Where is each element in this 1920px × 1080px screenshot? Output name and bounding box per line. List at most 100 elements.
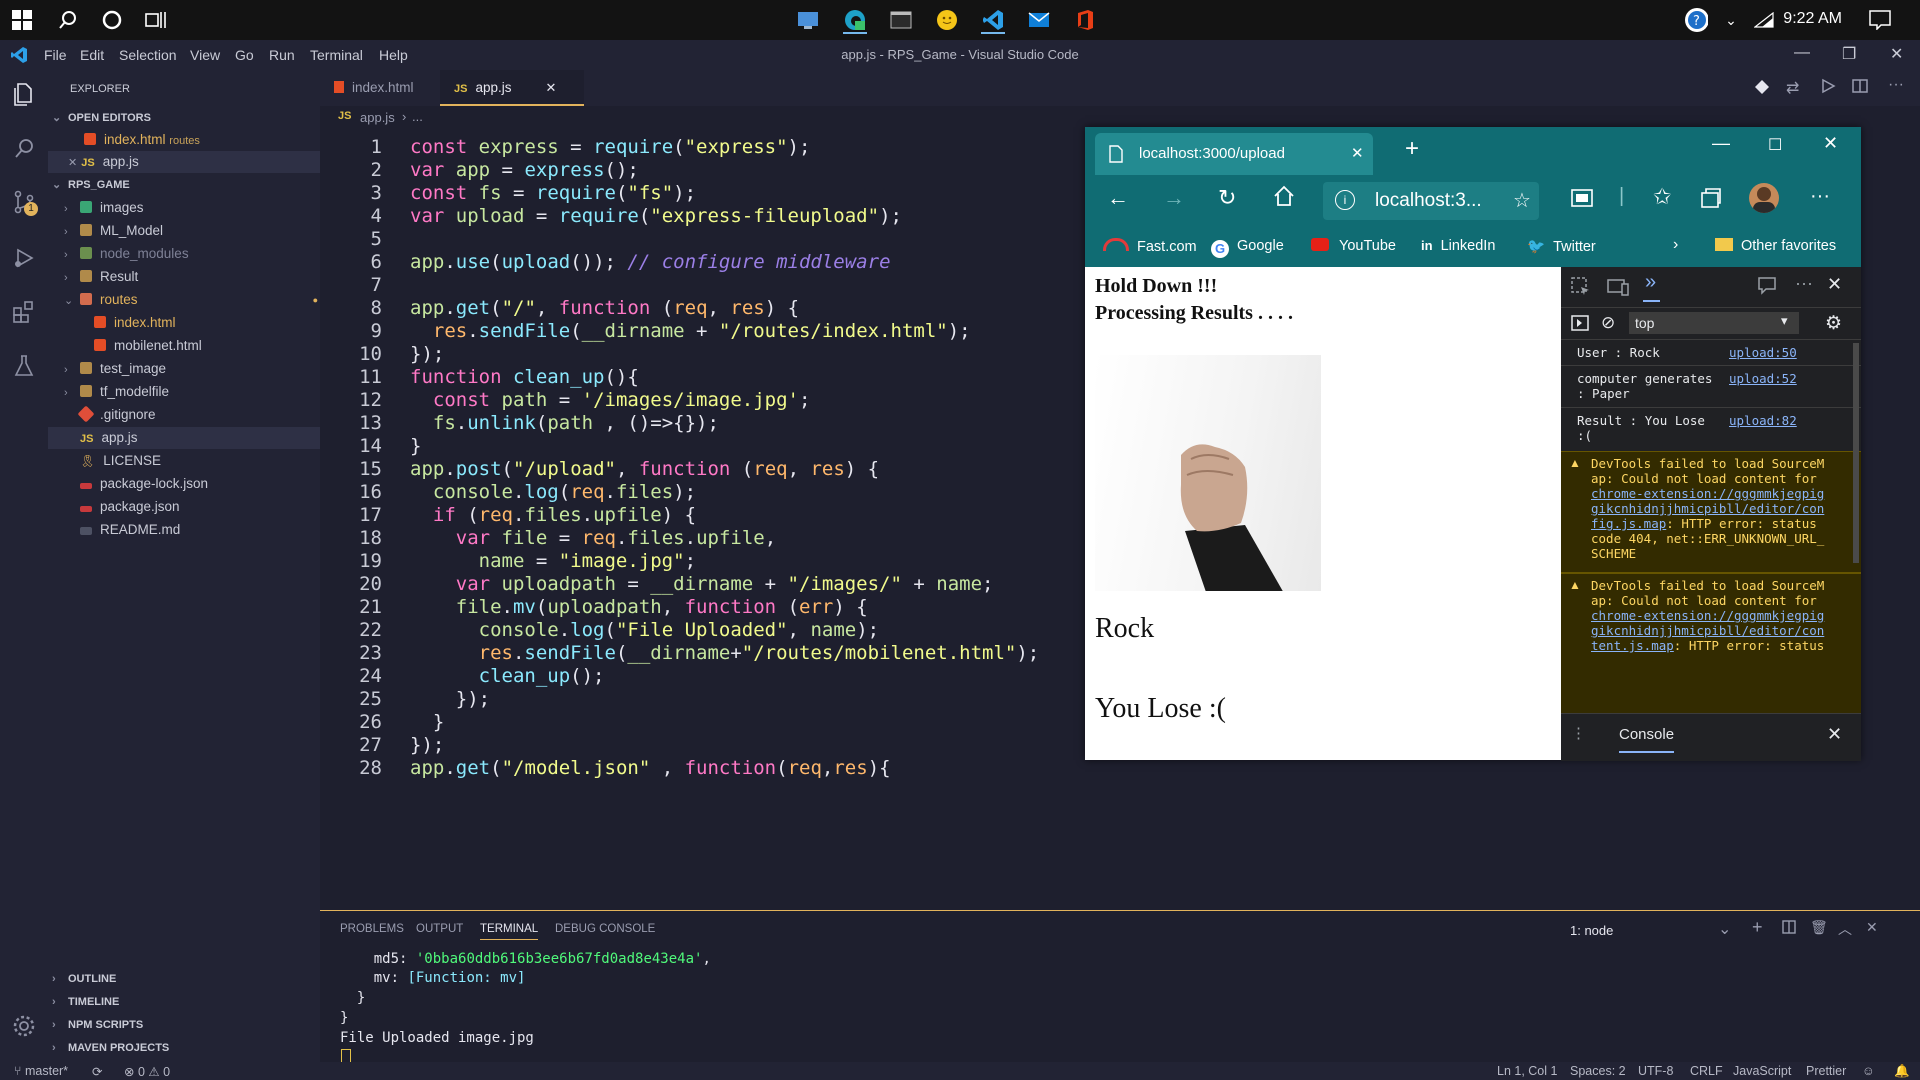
tree-item-node-modules[interactable]: › node_modules bbox=[48, 243, 336, 265]
clear-console-icon[interactable]: ⊘ bbox=[1601, 313, 1615, 333]
panel-tab-terminal[interactable]: TERMINAL bbox=[480, 923, 539, 940]
breadcrumb-symbol[interactable]: ... bbox=[412, 109, 423, 124]
run-debug-icon[interactable] bbox=[12, 246, 36, 270]
inspect-icon[interactable] bbox=[1571, 277, 1591, 302]
refresh-icon[interactable]: ↻ bbox=[1218, 185, 1236, 211]
close-icon[interactable]: ✕ bbox=[1823, 133, 1838, 154]
feedback-icon[interactable]: ☺ bbox=[1862, 1064, 1875, 1078]
more-actions-icon[interactable]: ··· bbox=[1888, 76, 1904, 94]
close-icon[interactable]: ✕ bbox=[1890, 44, 1903, 64]
console-output[interactable]: User : Rock upload:50 computer generates … bbox=[1561, 339, 1861, 713]
favorite-youtube[interactable]: YouTube bbox=[1311, 238, 1396, 254]
chevron-right-icon[interactable]: › bbox=[1673, 236, 1678, 254]
open-editors-section[interactable]: ⌄ OPEN EDITORS bbox=[48, 107, 324, 129]
code-line[interactable]: }); bbox=[410, 343, 444, 365]
more-icon[interactable]: ··· bbox=[1795, 273, 1813, 294]
collections-icon[interactable] bbox=[1700, 187, 1722, 214]
code-line[interactable]: res.sendFile(__dirname + "/routes/index.… bbox=[410, 320, 971, 342]
panel-tab-debug-console[interactable]: DEBUG CONSOLE bbox=[555, 923, 655, 935]
close-panel-icon[interactable]: ✕ bbox=[1866, 919, 1878, 936]
favorite-twitter[interactable]: 🐦 Twitter bbox=[1527, 238, 1596, 255]
testing-icon[interactable] bbox=[12, 354, 36, 378]
chevron-down-icon[interactable]: ⌄ bbox=[1718, 919, 1731, 939]
cortana-icon[interactable] bbox=[100, 8, 124, 32]
new-terminal-icon[interactable]: + bbox=[1752, 917, 1763, 938]
language-mode[interactable]: JavaScript bbox=[1733, 1064, 1791, 1078]
windows-start-icon[interactable] bbox=[10, 8, 34, 32]
panel-tab-output[interactable]: OUTPUT bbox=[416, 923, 463, 935]
code-line[interactable]: } bbox=[410, 435, 421, 457]
end-of-line[interactable]: CRLF bbox=[1690, 1064, 1723, 1078]
close-drawer-icon[interactable]: ✕ bbox=[1827, 724, 1842, 745]
code-line[interactable]: app.use(upload()); // configure middlewa… bbox=[410, 251, 891, 273]
npm-scripts-section[interactable]: › NPM SCRIPTS bbox=[48, 1014, 324, 1036]
close-devtools-icon[interactable]: ✕ bbox=[1827, 274, 1842, 295]
source-control-icon[interactable]: 1 bbox=[12, 190, 38, 216]
timeline-section[interactable]: › TIMELINE bbox=[48, 991, 324, 1013]
code-line[interactable]: app.post("/upload", function (req, res) … bbox=[410, 458, 879, 480]
new-tab-icon[interactable]: + bbox=[1405, 135, 1419, 163]
search-icon[interactable] bbox=[56, 8, 80, 32]
cursor-position[interactable]: Ln 1, Col 1 bbox=[1497, 1064, 1557, 1078]
tree-item-app-js[interactable]: JS app.js bbox=[48, 427, 352, 449]
tree-item-readme[interactable]: README.md bbox=[48, 519, 352, 541]
trash-icon[interactable]: 🗑 bbox=[1810, 919, 1828, 936]
vscode-icon[interactable] bbox=[981, 8, 1005, 34]
more-icon[interactable]: ⋮ bbox=[1571, 724, 1586, 742]
code-line[interactable]: console.log(req.files); bbox=[410, 481, 696, 503]
problems-indicator[interactable]: ⊗ 0 ⚠ 0 bbox=[124, 1064, 170, 1079]
console-drawer-tab[interactable]: Console bbox=[1619, 726, 1675, 753]
code-line[interactable]: var upload = require("express-fileupload… bbox=[410, 205, 902, 227]
favorite-fast[interactable]: Fast.com bbox=[1103, 238, 1197, 255]
emoji-icon[interactable] bbox=[935, 8, 959, 32]
notification-icon[interactable] bbox=[1868, 8, 1892, 32]
code-line[interactable]: }); bbox=[410, 734, 444, 756]
log-source-link[interactable]: upload:50 bbox=[1729, 345, 1797, 360]
search-icon[interactable] bbox=[12, 136, 36, 160]
git-history-icon[interactable]: ⇄ bbox=[1786, 78, 1799, 98]
code-line[interactable]: console.log("File Uploaded", name); bbox=[410, 619, 879, 641]
code-line[interactable]: const express = require("express"); bbox=[410, 136, 810, 158]
open-editor-app-js[interactable]: ✕ JS app.js bbox=[48, 151, 340, 173]
tree-item-result[interactable]: › Result bbox=[48, 266, 336, 288]
tree-item-mobilenet-html[interactable]: mobilenet.html bbox=[48, 335, 366, 357]
favorites-icon[interactable]: ✩ bbox=[1653, 184, 1671, 210]
notifications-bell-icon[interactable]: 🔔 bbox=[1894, 1064, 1910, 1079]
chevron-up-icon[interactable]: ︿ bbox=[1838, 919, 1852, 939]
clock[interactable]: 9:22 AM bbox=[1783, 10, 1842, 28]
terminal-icon[interactable] bbox=[889, 8, 913, 32]
maven-projects-section[interactable]: › MAVEN PROJECTS bbox=[48, 1037, 324, 1059]
code-line[interactable]: name = "image.jpg"; bbox=[410, 550, 696, 572]
info-icon[interactable]: i bbox=[1335, 190, 1355, 210]
code-line[interactable]: const fs = require("fs"); bbox=[410, 182, 696, 204]
task-manager-icon[interactable] bbox=[796, 8, 820, 32]
tab-index-html[interactable]: index.html bbox=[320, 70, 452, 106]
run-icon[interactable] bbox=[1820, 78, 1836, 99]
profile-avatar[interactable] bbox=[1749, 183, 1779, 213]
tree-item-index-html[interactable]: index.htmlM bbox=[48, 312, 366, 334]
console-scrollbar[interactable] bbox=[1853, 343, 1859, 563]
favorite-star-icon[interactable]: ☆ bbox=[1513, 188, 1531, 213]
office-icon[interactable] bbox=[1073, 8, 1097, 32]
outline-section[interactable]: › OUTLINE bbox=[48, 968, 324, 990]
other-favorites[interactable]: Other favorites bbox=[1715, 238, 1836, 254]
breadcrumb-file[interactable]: app.js bbox=[360, 110, 395, 125]
minimize-icon[interactable]: — bbox=[1794, 44, 1810, 62]
compare-icon[interactable] bbox=[1754, 79, 1770, 100]
code-line[interactable]: app.get("/", function (req, res) { bbox=[410, 297, 799, 319]
browser-tab[interactable]: localhost:3000/upload ✕ bbox=[1095, 133, 1373, 175]
home-icon[interactable] bbox=[1273, 185, 1295, 212]
more-tabs-icon[interactable]: » bbox=[1643, 271, 1661, 302]
close-icon[interactable]: ✕ bbox=[546, 80, 557, 95]
feedback-icon[interactable] bbox=[1757, 276, 1777, 301]
sidebar-toggle-icon[interactable] bbox=[1571, 315, 1589, 336]
code-line[interactable]: }); bbox=[410, 688, 490, 710]
panel-tab-problems[interactable]: PROBLEMS bbox=[340, 923, 404, 935]
code-line[interactable]: res.sendFile(__dirname+"/routes/mobilene… bbox=[410, 642, 1040, 664]
console-settings-icon[interactable]: ⚙ bbox=[1825, 312, 1842, 335]
mail-icon[interactable] bbox=[1027, 8, 1051, 32]
close-icon[interactable]: ✕ bbox=[1351, 144, 1364, 162]
address-bar[interactable]: i localhost:3... ☆ bbox=[1323, 182, 1539, 220]
wifi-icon[interactable] bbox=[1752, 8, 1776, 32]
code-line[interactable]: } bbox=[410, 711, 444, 733]
